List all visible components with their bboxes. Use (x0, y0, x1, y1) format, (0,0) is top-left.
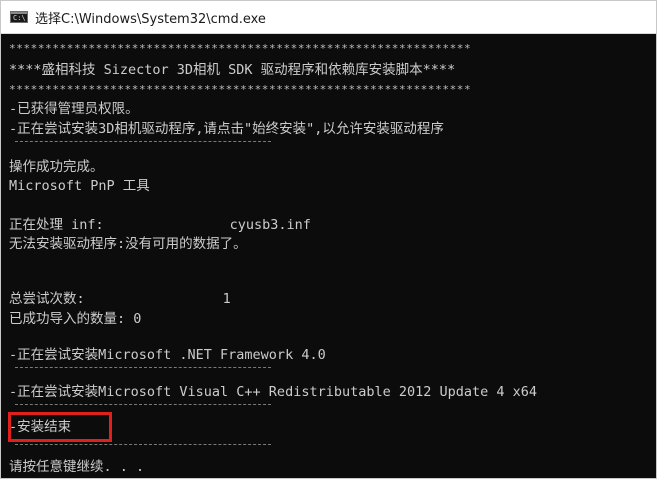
separator (15, 444, 271, 445)
install-done-highlight-box (8, 412, 112, 442)
separator (15, 141, 271, 142)
op-success-line: 操作成功完成。 (9, 159, 104, 175)
separator (15, 404, 271, 405)
vcpp-line: -正在尝试安装Microsoft Visual C++ Redistributa… (9, 384, 538, 400)
press-any-key-line: 请按任意键继续. . . (9, 459, 145, 475)
banner-stars-bottom: ****************************************… (9, 83, 472, 96)
window-title: 选择C:\Windows\System32\cmd.exe (35, 11, 266, 27)
imported-count-line: 已成功导入的数量: 0 (9, 311, 142, 327)
install-driver-line: -正在尝试安装3D相机驱动程序,请点击"始终安装",以允许安装驱动程序 (9, 121, 444, 137)
total-attempts-value: 1 (222, 291, 231, 307)
processing-inf-line: 正在处理 inf: cyusb3.inf (9, 216, 311, 234)
cmd-window: C:\ 选择C:\Windows\System32\cmd.exe ******… (0, 0, 657, 479)
total-attempts-line: 总尝试次数: 1 (9, 290, 231, 308)
pnp-tool-line: Microsoft PnP 工具 (9, 178, 150, 194)
total-attempts-label: 总尝试次数: (9, 291, 85, 307)
separator (15, 367, 271, 368)
cannot-install-line: 无法安装驱动程序:没有可用的数据了。 (9, 236, 247, 252)
banner-title: ****盛相科技 Sizector 3D相机 SDK 驱动程序和依赖库安装脚本*… (9, 62, 456, 78)
title-bar[interactable]: C:\ 选择C:\Windows\System32\cmd.exe (1, 1, 656, 34)
processing-label: 正在处理 inf: (9, 217, 104, 233)
processing-value: cyusb3.inf (229, 217, 311, 233)
cmd-icon: C:\ (10, 11, 28, 23)
dotnet-line: -正在尝试安装Microsoft .NET Framework 4.0 (9, 347, 326, 363)
banner-stars-top: ****************************************… (9, 42, 472, 55)
console-output[interactable]: ****************************************… (1, 34, 656, 478)
admin-status-line: -已获得管理员权限。 (9, 101, 139, 117)
